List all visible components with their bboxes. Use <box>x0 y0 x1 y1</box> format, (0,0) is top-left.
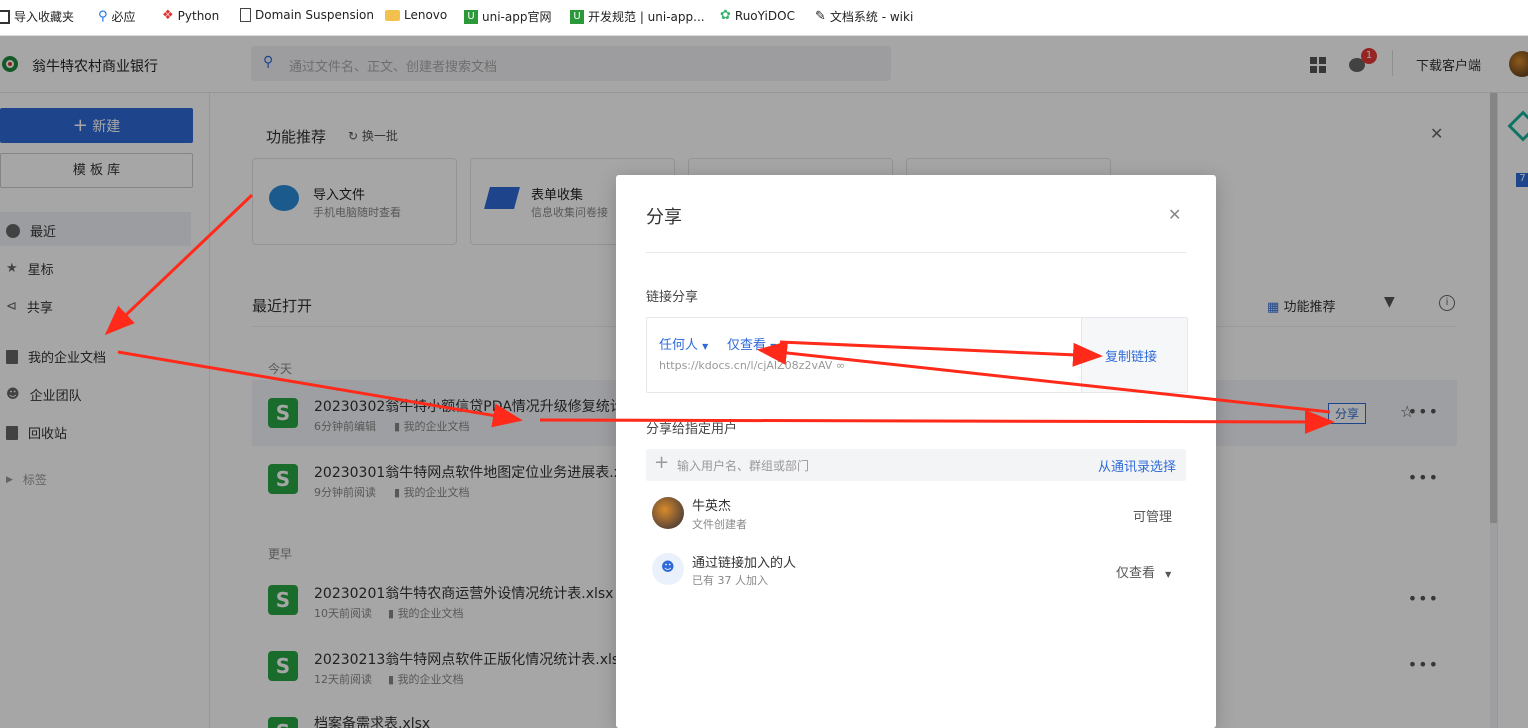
close-icon[interactable]: ✕ <box>1168 205 1181 224</box>
member-permission: 可管理 <box>1133 510 1173 525</box>
folder-icon <box>385 9 400 21</box>
bing-search-icon: ⚲ <box>98 9 108 24</box>
dialog-title: 分享 <box>646 207 682 228</box>
user-search-input[interactable]: + 输入用户名、群组或部门 从通讯录选择 <box>646 449 1186 481</box>
dialog-divider <box>646 252 1186 253</box>
select-from-contacts-link[interactable]: 从通讯录选择 <box>1098 456 1176 475</box>
people-icon: ☻ <box>661 560 675 575</box>
import-icon <box>0 9 10 24</box>
page-icon <box>240 8 251 22</box>
member-role: 已有 37 人加入 <box>692 574 768 587</box>
copy-link-label: 复制链接 <box>1105 350 1158 365</box>
bookmark-uniapp[interactable]: U uni-app官网 <box>464 8 551 25</box>
bookmarks-bar: 导入收藏夹 ⚲ 必应 ❖ Python Domain Suspension Le… <box>0 0 1528 36</box>
leaf-icon: ✿ <box>720 8 731 23</box>
bookmark-import[interactable]: 导入收藏夹 <box>0 8 74 25</box>
specified-users-label: 分享给指定用户 <box>646 422 738 437</box>
share-dialog: 分享 ✕ 链接分享 任何人 ▼ 仅查看 ▼ https://kdocs.cn/l… <box>616 175 1216 728</box>
member-role: 文件创建者 <box>692 518 747 531</box>
bookmark-python[interactable]: ❖ Python <box>162 8 219 23</box>
member-permission-dropdown[interactable]: 仅查看 ▼ <box>1116 562 1171 581</box>
bookmark-dev-spec[interactable]: U 开发规范 | uni-app... <box>570 8 705 25</box>
copy-link-button[interactable]: 复制链接 <box>1081 318 1187 392</box>
link-icon: ∞ <box>835 359 845 372</box>
bookmark-domain-suspension[interactable]: Domain Suspension <box>240 8 374 22</box>
member-name: 通过链接加入的人 <box>692 556 797 571</box>
member-name: 牛英杰 <box>692 499 732 514</box>
scope-dropdown[interactable]: 任何人 ▼ <box>659 334 708 353</box>
link-members-avatar: ☻ <box>652 553 684 585</box>
bookmark-lenovo[interactable]: Lenovo <box>385 8 447 22</box>
caret-down-icon: ▼ <box>1165 570 1172 579</box>
permission-dropdown[interactable]: 仅查看 ▼ <box>727 334 776 353</box>
plus-icon: + <box>654 452 670 473</box>
bookmark-ruoyidoc[interactable]: ✿ RuoYiDOC <box>720 8 795 23</box>
link-share-label: 链接分享 <box>646 290 699 305</box>
avatar <box>652 497 684 529</box>
share-url[interactable]: https://kdocs.cn/l/cjAIZ08z2vAV ∞ <box>659 359 845 372</box>
uniapp-icon: U <box>464 9 478 24</box>
uniapp-icon: U <box>570 9 584 24</box>
edit-icon: ✎ <box>815 9 826 24</box>
caret-down-icon: ▼ <box>770 342 777 351</box>
python-icon: ❖ <box>162 8 174 23</box>
bookmark-bing[interactable]: ⚲ 必应 <box>98 8 136 25</box>
caret-down-icon: ▼ <box>702 342 709 351</box>
link-share-box: 任何人 ▼ 仅查看 ▼ https://kdocs.cn/l/cjAIZ08z2… <box>646 317 1188 393</box>
input-placeholder: 输入用户名、群组或部门 <box>677 459 810 473</box>
bookmark-wiki[interactable]: ✎ 文档系统 - wiki <box>815 8 913 25</box>
